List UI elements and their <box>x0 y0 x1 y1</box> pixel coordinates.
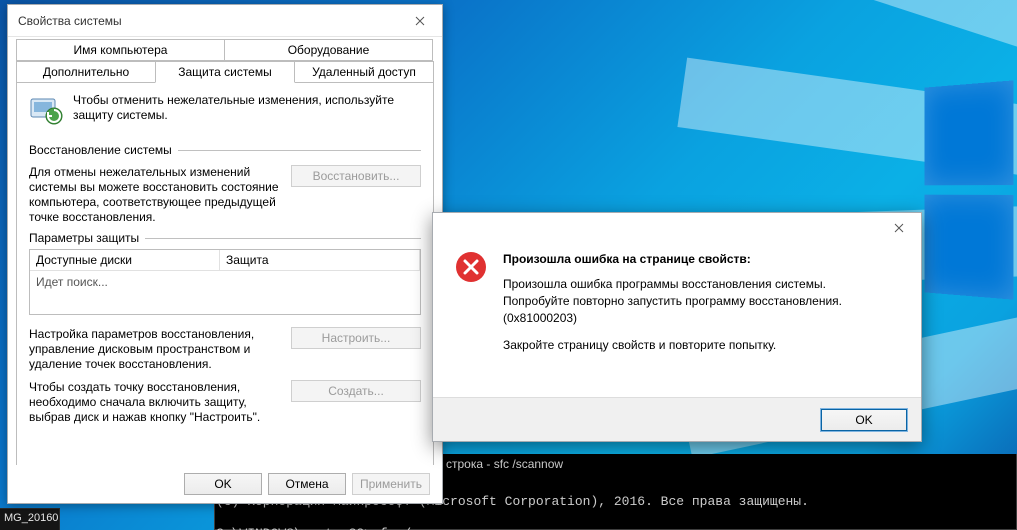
error-dialog: Произошла ошибка на странице свойств: Пр… <box>432 212 922 442</box>
error-icon <box>455 251 487 283</box>
protection-disks-table[interactable]: Доступные диски Защита Идет поиск... <box>29 249 421 315</box>
command-prompt-title-fragment: строка - sfc /scannow <box>440 455 569 475</box>
ok-button[interactable]: OK <box>184 473 262 495</box>
tab-computer-name[interactable]: Имя компьютера <box>16 39 225 61</box>
tab-advanced[interactable]: Дополнительно <box>16 61 156 83</box>
close-icon <box>894 223 904 233</box>
windows-logo <box>924 71 1017 309</box>
error-code: (0x81000203) <box>503 310 842 327</box>
cancel-button[interactable]: Отмена <box>268 473 346 495</box>
restore-description: Для отмены нежелательных изменений систе… <box>29 165 281 225</box>
error-heading: Произошла ошибка на странице свойств: <box>503 251 842 268</box>
close-button[interactable] <box>876 213 921 243</box>
system-properties-title: Свойства системы <box>18 14 122 28</box>
disks-searching-text: Идет поиск... <box>30 271 420 293</box>
apply-button[interactable]: Применить <box>352 473 430 495</box>
error-line3: Закройте страницу свойств и повторите по… <box>503 337 842 354</box>
system-properties-dialog: Свойства системы Имя компьютера Оборудов… <box>7 4 443 504</box>
configure-description: Настройка параметров восстановления, упр… <box>29 327 281 372</box>
column-header-protection[interactable]: Защита <box>220 250 420 270</box>
divider <box>178 150 421 151</box>
column-header-disks[interactable]: Доступные диски <box>30 250 220 270</box>
system-protection-icon <box>29 93 63 127</box>
create-description: Чтобы создать точку восстановления, необ… <box>29 380 281 425</box>
restore-button[interactable]: Восстановить... <box>291 165 421 187</box>
section-restore-label: Восстановление системы <box>29 143 172 157</box>
error-line1: Произошла ошибка программы восстановлени… <box>503 276 842 293</box>
system-properties-titlebar[interactable]: Свойства системы <box>8 5 442 37</box>
configure-button[interactable]: Настроить... <box>291 327 421 349</box>
close-icon <box>415 16 425 26</box>
divider <box>145 238 421 239</box>
desktop-background: строка - sfc /scannow sion 10.0.14393] (… <box>0 0 1017 530</box>
error-line2: Попробуйте повторно запустить программу … <box>503 293 842 310</box>
close-button[interactable] <box>397 6 442 36</box>
section-protection-params-label: Параметры защиты <box>29 231 139 245</box>
error-titlebar[interactable] <box>433 213 921 243</box>
tab-system-protection[interactable]: Защита системы <box>155 61 295 83</box>
error-ok-button[interactable]: OK <box>821 409 907 431</box>
create-button[interactable]: Создать... <box>291 380 421 402</box>
taskbar-thumbnail-label: MG_20160 <box>0 508 60 530</box>
intro-text: Чтобы отменить нежелательные изменения, … <box>73 93 421 123</box>
tab-remote[interactable]: Удаленный доступ <box>294 61 434 83</box>
tab-content: Чтобы отменить нежелательные изменения, … <box>16 82 434 488</box>
tab-hardware[interactable]: Оборудование <box>224 39 433 61</box>
